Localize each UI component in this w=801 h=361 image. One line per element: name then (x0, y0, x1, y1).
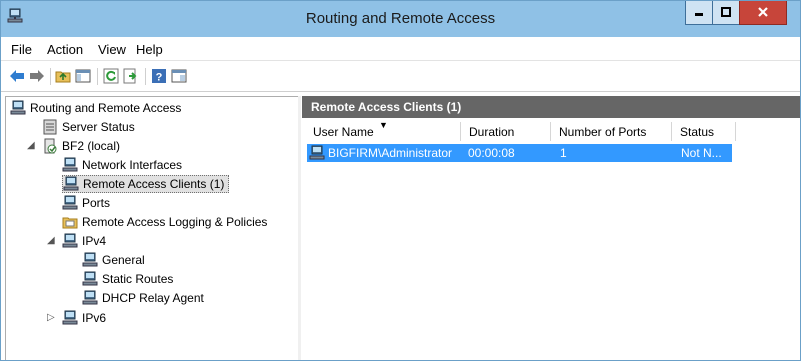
back-arrow-icon[interactable] (9, 68, 25, 84)
toolbar-separator (97, 68, 98, 85)
column-header-status[interactable]: Status (672, 122, 736, 141)
tree-item-ipv6[interactable]: IPv6 (62, 309, 106, 327)
cell-status: Not N... (681, 146, 722, 160)
tree-item-ports[interactable]: Ports (62, 194, 110, 212)
window-title: Routing and Remote Access (305, 10, 496, 27)
route-computer-icon (82, 271, 98, 287)
help-icon[interactable]: ? (151, 68, 167, 84)
column-header-number-of-ports[interactable]: Number of Ports (551, 122, 672, 141)
server-status-icon (42, 119, 58, 135)
tree-item-server-status[interactable]: Server Status (42, 118, 135, 136)
cell-number-of-ports: 1 (560, 146, 567, 160)
minimize-icon (694, 6, 704, 20)
table-row[interactable]: BIGFIRM\Administrator 00:00:08 1 Not N..… (307, 144, 732, 162)
toolbar-separator (50, 68, 51, 85)
collapse-arrow-icon[interactable]: ◢ (47, 235, 55, 246)
show-hide-tree-icon[interactable] (75, 68, 91, 84)
tree-item-label: Static Routes (102, 272, 174, 286)
sort-descending-icon: ▼ (379, 120, 388, 130)
column-label: Status (680, 125, 715, 139)
client-connection-icon (309, 145, 325, 164)
collapse-arrow-icon[interactable]: ◢ (27, 140, 35, 151)
title-bar[interactable]: Routing and Remote Access (1, 1, 800, 37)
expand-arrow-icon[interactable]: ▷ (47, 312, 55, 323)
toolbar: ? (1, 61, 800, 92)
tree-item-static-routes[interactable]: Static Routes (82, 270, 173, 288)
column-label: Duration (469, 125, 515, 139)
column-label: Number of Ports (559, 125, 647, 139)
maximize-icon (721, 6, 731, 20)
menu-help[interactable]: Help (136, 42, 163, 57)
remote-client-icon (63, 176, 79, 192)
details-header-title: Remote Access Clients (1) (311, 100, 462, 114)
general-computer-icon (82, 252, 98, 268)
tree-item-label: Server Status (62, 120, 135, 134)
tree-item-label: General (102, 253, 145, 267)
close-button[interactable] (739, 1, 787, 25)
protocol-computer-icon (62, 310, 78, 326)
cell-duration: 00:00:08 (468, 146, 515, 160)
folder-icon (62, 214, 78, 230)
details-header: Remote Access Clients (1) (302, 96, 800, 118)
dhcp-computer-icon (82, 290, 98, 306)
cell-user-name: BIGFIRM\Administrator (328, 146, 453, 160)
forward-arrow-icon[interactable] (29, 68, 45, 84)
toolbar-separator (145, 68, 146, 85)
tree-item-label: Network Interfaces (82, 158, 183, 172)
ports-icon (62, 195, 78, 211)
tree-item-label: IPv6 (82, 311, 107, 325)
details-pane: Remote Access Clients (1) User Name ▼ Du… (302, 96, 800, 360)
up-folder-icon[interactable] (55, 68, 71, 84)
close-icon (758, 6, 768, 20)
menu-file[interactable]: File (11, 42, 32, 57)
refresh-icon[interactable] (103, 68, 119, 84)
mmc-window: Routing and Remote Access File Action Vi… (0, 0, 801, 361)
properties-icon[interactable] (171, 68, 187, 84)
tree-item-logging-policies[interactable]: Remote Access Logging & Policies (62, 213, 267, 231)
tree-item-label: IPv4 (82, 234, 107, 248)
server-computer-icon (10, 100, 26, 116)
tree-item-general[interactable]: General (82, 251, 145, 269)
export-list-icon[interactable] (123, 68, 139, 84)
tree-item-remote-access-clients[interactable]: Remote Access Clients (1) (62, 175, 230, 193)
column-label: User Name (313, 125, 374, 139)
menu-bar: File Action View Help (1, 37, 800, 61)
tree-item-label: Remote Access Clients (1) (83, 177, 225, 191)
console-tree: Routing and Remote Access Server Status … (5, 96, 299, 360)
tree-item-routing-and-remote-access[interactable]: Routing and Remote Access (10, 99, 181, 117)
tree-item-network-interfaces[interactable]: Network Interfaces (62, 156, 182, 174)
tree-item-dhcp-relay-agent[interactable]: DHCP Relay Agent (82, 289, 204, 307)
server-icon (42, 138, 58, 154)
tree-item-label: Remote Access Logging & Policies (82, 215, 268, 229)
column-header-duration[interactable]: Duration (461, 122, 551, 141)
tree-item-label: DHCP Relay Agent (102, 291, 204, 305)
minimize-button[interactable] (685, 1, 713, 25)
menu-view[interactable]: View (98, 42, 126, 57)
column-header-user-name[interactable]: User Name ▼ (305, 120, 461, 141)
tree-item-label: Ports (82, 196, 111, 210)
svg-text:?: ? (156, 72, 163, 84)
menu-action[interactable]: Action (47, 42, 83, 57)
tree-item-bf2-local[interactable]: BF2 (local) (42, 137, 120, 155)
tree-item-label: Routing and Remote Access (30, 101, 182, 115)
tree-item-label: BF2 (local) (62, 139, 121, 153)
pane-splitter[interactable] (298, 96, 301, 360)
tree-item-ipv4[interactable]: IPv4 (62, 232, 106, 250)
protocol-computer-icon (62, 233, 78, 249)
network-computer-icon (62, 157, 78, 173)
maximize-button[interactable] (712, 1, 740, 25)
